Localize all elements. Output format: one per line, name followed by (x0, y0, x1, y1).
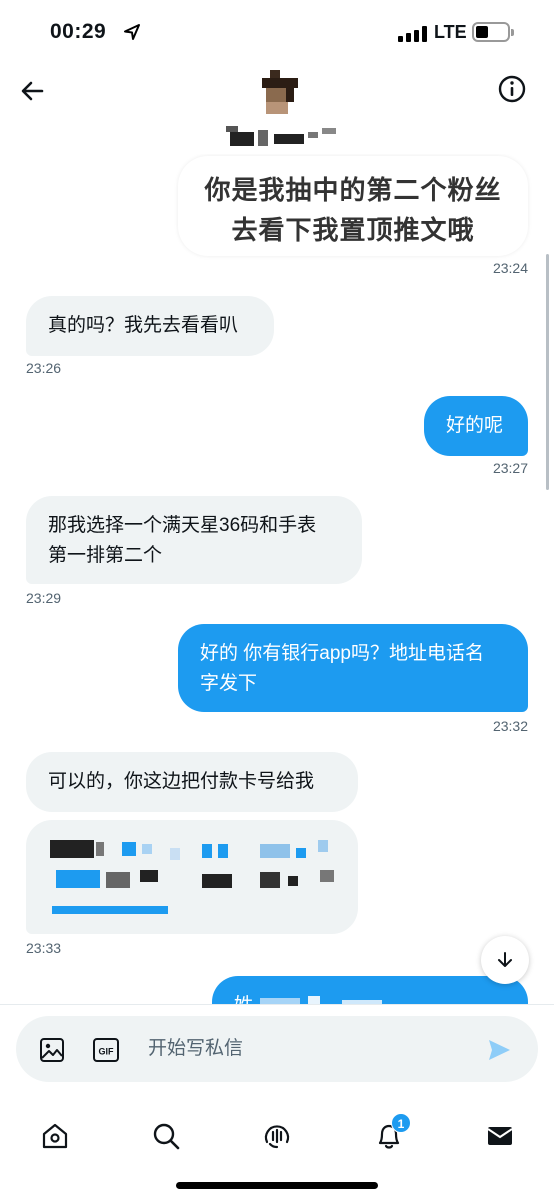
notification-badge: 1 (391, 1113, 411, 1133)
message-outgoing[interactable]: 好的呢 (424, 396, 528, 456)
tab-notifications[interactable]: 1 (361, 1108, 417, 1164)
search-icon (153, 1123, 180, 1150)
image-text-line: 去看下我置顶推文哦 (231, 215, 475, 245)
envelope-icon (487, 1127, 513, 1145)
network-label: LTE (434, 22, 467, 42)
message-incoming[interactable]: 可以的，你这边把付款卡号给我 (26, 752, 358, 812)
message-text: 那我选择一个满天星36码和手表 (48, 515, 317, 536)
message-timestamp: 23:27 (492, 460, 528, 476)
arrow-down-icon (498, 952, 512, 967)
message-text: 字发下 (200, 673, 258, 694)
message-timestamp: 23:24 (492, 260, 528, 276)
message-input[interactable] (148, 1030, 468, 1068)
arrow-left-icon[interactable] (18, 76, 48, 106)
message-timestamp: 23:26 (26, 360, 62, 376)
message-text: 可以的，你这边把付款卡号给我 (48, 771, 315, 792)
tab-spaces[interactable] (249, 1108, 305, 1164)
home-indicator (176, 1182, 378, 1189)
message-text: 第一排第二个 (48, 545, 163, 566)
spaces-icon (264, 1125, 290, 1149)
message-text: 姓 (234, 995, 253, 1004)
tab-messages[interactable] (472, 1108, 528, 1164)
status-bar: 00:29 LTE (0, 0, 554, 64)
image-text-line: 你是我抽中的第二个粉丝 (204, 175, 502, 205)
message-composer: GIF (16, 1016, 538, 1082)
tab-search[interactable] (138, 1108, 194, 1164)
composer-area: GIF (0, 1004, 554, 1096)
message-image-text[interactable]: 你是我抽中的第二个粉丝 去看下我置顶推文哦 (178, 156, 528, 256)
message-incoming[interactable]: 那我选择一个满天星36码和手表 第一排第二个 (26, 496, 362, 584)
image-icon[interactable] (38, 1036, 66, 1064)
message-outgoing-partial[interactable]: 姓 (212, 976, 528, 1004)
tab-home[interactable] (27, 1108, 83, 1164)
home-icon (42, 1123, 68, 1149)
message-outgoing[interactable]: 好的 你有银行app吗？地址电话名 字发下 (178, 624, 528, 712)
bottom-tab-bar: 1 (0, 1096, 554, 1200)
conversation-header (0, 64, 554, 154)
message-redacted[interactable] (26, 820, 358, 934)
message-timestamp: 23:29 (26, 590, 62, 606)
message-timestamp: 23:32 (492, 718, 528, 734)
info-circle-icon[interactable] (497, 74, 527, 104)
avatar[interactable] (258, 70, 302, 114)
battery-icon (472, 22, 514, 42)
svg-text:GIF: GIF (99, 1047, 115, 1057)
location-arrow-icon (124, 24, 140, 40)
signal-strength-icon (398, 26, 427, 42)
message-incoming[interactable]: 真的吗？我先去看看叭 (26, 296, 274, 356)
send-icon[interactable] (486, 1037, 512, 1063)
display-name-redacted (222, 124, 342, 148)
gif-icon[interactable]: GIF (92, 1037, 120, 1063)
message-text: 真的吗？我先去看看叭 (48, 315, 239, 336)
scrollbar[interactable] (546, 254, 549, 490)
status-time: 00:29 (50, 20, 107, 43)
message-text: 好的呢 (446, 415, 504, 436)
scroll-down-button[interactable] (481, 936, 529, 984)
message-text: 好的 你有银行app吗？地址电话名 (200, 643, 484, 664)
message-list[interactable]: 你是我抽中的第二个粉丝 去看下我置顶推文哦 23:24 真的吗？我先去看看叭 2… (0, 154, 554, 1004)
message-timestamp: 23:33 (26, 940, 62, 956)
